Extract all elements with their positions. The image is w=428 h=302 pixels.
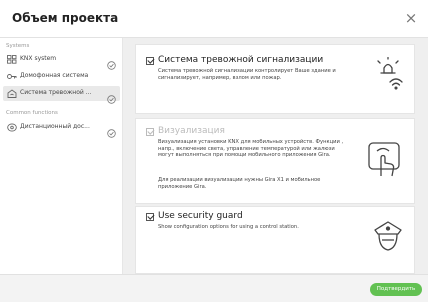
sidebar-item-label: Дистанционный дос... [20, 123, 90, 130]
card-title: Визуализация [158, 126, 225, 136]
check-circle-icon [107, 89, 116, 104]
remote-access-icon [7, 123, 17, 132]
sidebar-item-alarm-system[interactable]: Система тревожной ... [3, 86, 120, 104]
sidebar-item-remote-access[interactable]: Дистанционный дос... [3, 120, 120, 138]
security-guard-checkbox[interactable] [146, 213, 154, 221]
confirm-button[interactable]: Подтвердить [370, 283, 422, 296]
card-title: Use security guard [158, 211, 243, 221]
check-circle-icon [107, 123, 116, 138]
sidebar-item-label: Домофонная система [20, 72, 89, 79]
card-title: Система тревожной сигнализации [158, 55, 324, 65]
card-description: Show configuration options for using a c… [158, 224, 299, 230]
sidebar-item-label: KNX system [20, 55, 57, 62]
dialog-titlebar: Объем проекта × [0, 0, 428, 38]
option-card-alarm: Система тревожной сигнализации Система т… [135, 44, 415, 114]
option-card-security-guard: Use security guard Show configuration op… [135, 206, 415, 274]
sidebar-item-knx-system[interactable]: KNX system [3, 52, 120, 70]
section-label-common-functions: Common functions [6, 110, 58, 116]
sidebar-item-intercom[interactable]: Домофонная система [3, 69, 120, 84]
alarm-wifi-icon [376, 56, 406, 97]
alarm-checkbox[interactable] [146, 57, 154, 65]
close-icon[interactable]: × [402, 9, 420, 27]
house-alarm-icon [7, 89, 17, 98]
visualization-checkbox[interactable] [146, 128, 154, 136]
dialog-title: Объем проекта [12, 11, 119, 25]
sidebar-item-label: Система тревожной ... [20, 89, 92, 96]
section-label-systems: Systems [6, 43, 30, 49]
card-description-secondary: Для реализации визуализации нужны Gira X… [158, 177, 321, 190]
sidebar: Systems KNX system Домофонная система Си… [0, 38, 123, 274]
project-scope-dialog: Объем проекта × Systems KNX system Домоф… [0, 0, 428, 302]
check-circle-icon [107, 55, 116, 70]
key-icon [7, 72, 17, 81]
content-panel: Система тревожной сигнализации Система т… [123, 38, 428, 274]
security-guard-icon [372, 219, 404, 257]
dialog-footer: Подтвердить [0, 274, 428, 302]
card-description: Визуализация установки KNX для мобильных… [158, 139, 344, 159]
card-description: Система тревожной сигнализации контролир… [158, 68, 336, 81]
option-card-visualization: Визуализация Визуализация установки KNX … [135, 118, 415, 204]
knx-grid-icon [7, 55, 17, 64]
touch-tablet-icon [368, 142, 402, 184]
